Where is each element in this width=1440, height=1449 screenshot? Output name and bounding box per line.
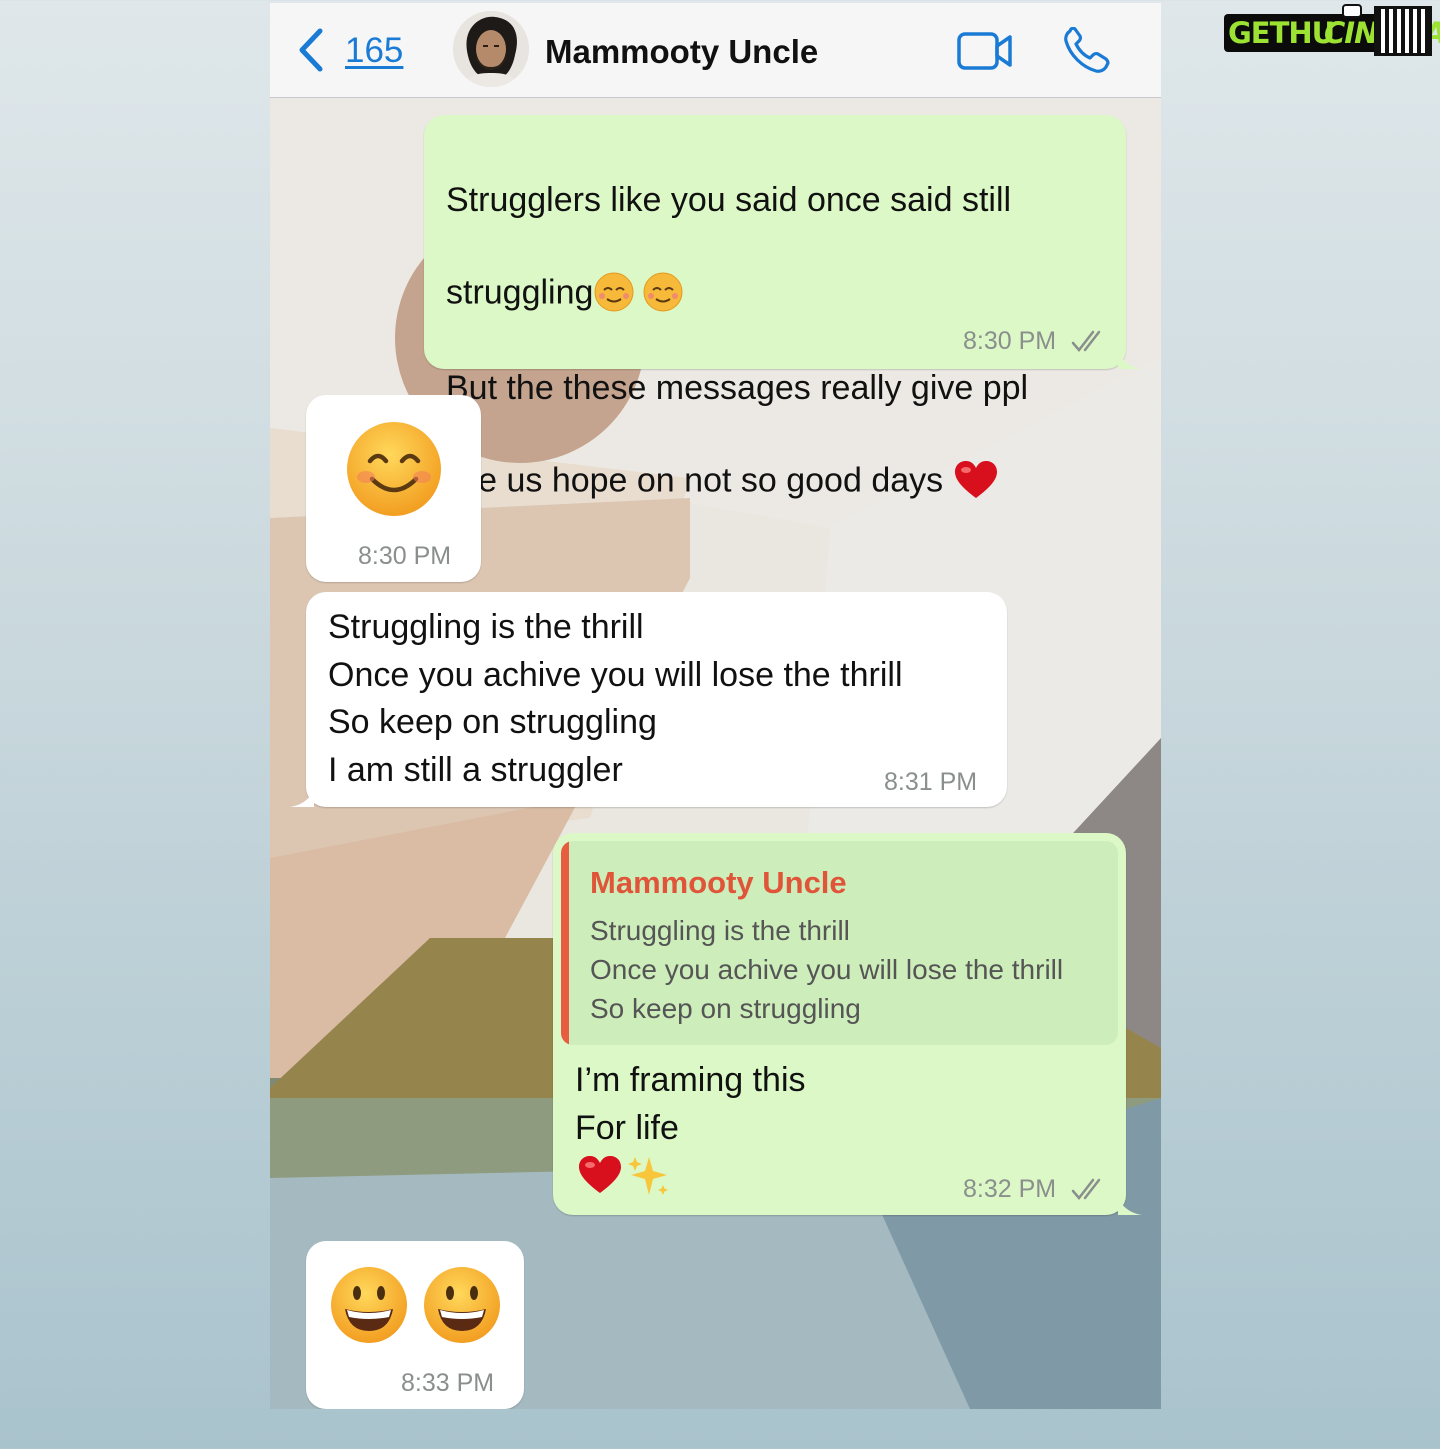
double-check-icon [1071, 1178, 1101, 1200]
film-reel-icon [1374, 6, 1432, 56]
message-timestamp: 8:30 PM [358, 542, 452, 570]
outgoing-message[interactable]: Strugglers like you said once said still… [424, 115, 1142, 500]
smiling-face-emoji-icon [347, 422, 441, 516]
incoming-message[interactable]: 8:33 PM [306, 1241, 524, 1409]
quoted-text: Struggling is the thrill Once you achive… [590, 915, 1064, 1024]
avatar-portrait-icon [453, 11, 529, 87]
quoted-message[interactable]: Mammooty Uncle Struggling is the thrill … [561, 841, 1118, 1045]
message-timestamp: 8:32 PM [963, 1175, 1057, 1203]
chevron-left-icon[interactable] [296, 27, 326, 73]
message-text: Struggling is the thrill Once you achive… [328, 608, 903, 789]
outgoing-reply-message[interactable]: Mammooty Uncle Struggling is the thrill … [553, 833, 1142, 1215]
watermark-logo: GETHU CINEMA [1224, 4, 1440, 56]
contact-name[interactable]: Mammooty Uncle [545, 33, 818, 71]
message-text-part2: But the these messages really give ppl l… [446, 368, 1029, 500]
message-timestamp: 8:33 PM [401, 1369, 495, 1397]
relieved-face-emoji-icon [593, 224, 689, 311]
logo-word-gethu: GETHU [1228, 16, 1335, 50]
avatar[interactable] [453, 11, 529, 87]
quote-accent-bar [561, 841, 569, 1045]
double-check-icon [1071, 330, 1101, 352]
grinning-face-emoji-icon [331, 1267, 407, 1343]
red-heart-emoji-icon [577, 1155, 623, 1197]
bubble-tail [1118, 1197, 1142, 1215]
grinning-face-emoji-icon [424, 1267, 500, 1343]
message-timestamp: 8:30 PM [963, 327, 1057, 355]
video-call-icon[interactable] [957, 31, 1013, 71]
bubble-tail [290, 789, 314, 807]
chat-screen: 165 Mammooty Uncle Strugglers like you s… [270, 3, 1161, 1409]
bubble-tail [1118, 351, 1142, 369]
red-heart-emoji-icon [953, 412, 999, 498]
chat-header: 165 Mammooty Uncle [270, 3, 1161, 98]
sparkles-emoji-icon [627, 1155, 671, 1197]
message-text-part1: Strugglers like you said once said still… [446, 180, 1012, 312]
message-timestamp: 8:31 PM [884, 768, 978, 796]
incoming-message[interactable]: Struggling is the thrill Once you achive… [290, 592, 1007, 807]
phone-call-icon[interactable] [1062, 27, 1112, 75]
camera-icon [1342, 4, 1362, 18]
incoming-message[interactable]: 8:30 PM [306, 395, 481, 582]
quoted-author: Mammooty Uncle [590, 865, 847, 900]
message-text: Strugglers like you said once said still… [446, 129, 1086, 505]
message-text: I’m framing this For life [575, 1061, 806, 1147]
unread-count-link[interactable]: 165 [345, 31, 403, 71]
